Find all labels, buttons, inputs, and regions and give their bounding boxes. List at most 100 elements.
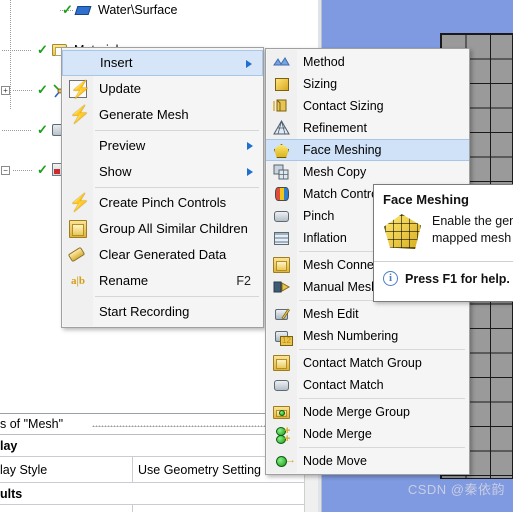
menu-item-generate-mesh[interactable]: ⚡ Generate Mesh xyxy=(62,102,263,128)
details-row-value[interactable]: CFD xyxy=(133,505,304,512)
mesh-copy-icon xyxy=(273,164,290,180)
submenu-item-sizing[interactable]: Sizing xyxy=(266,73,469,95)
suppress-check-icon: ✓ xyxy=(37,42,48,57)
details-row-key: ics Preference xyxy=(0,505,133,512)
submenu-item-mesh-edit[interactable]: Mesh Edit xyxy=(266,303,469,325)
pencil-glyph xyxy=(281,308,290,320)
submenu-item-node-merge[interactable]: + + Node Merge xyxy=(266,423,469,445)
tree-item-water-surface[interactable]: ✓ Water\Surface xyxy=(0,0,318,20)
face-meshing-preview-shape xyxy=(384,214,421,249)
manual-mesh-connection-glyph xyxy=(273,281,291,293)
menu-item-insert[interactable]: Insert xyxy=(62,50,263,76)
details-panel-header[interactable]: s of "Mesh" xyxy=(0,414,304,435)
update-icon: ⚡ xyxy=(69,80,92,99)
menu-item-preview[interactable]: Preview xyxy=(62,133,263,159)
chevron-right-icon xyxy=(246,60,252,68)
rename-icon: a|b xyxy=(70,275,86,287)
submenu-separator xyxy=(299,398,465,399)
suppress-check-icon: ✓ xyxy=(37,82,48,97)
submenu-item-label: Sizing xyxy=(303,77,338,91)
details-section-defaults: ults xyxy=(0,483,304,505)
submenu-item-contact-sizing[interactable]: Contact Sizing xyxy=(266,95,469,117)
menu-item-label: Insert xyxy=(100,55,133,70)
menu-item-start-recording[interactable]: Start Recording xyxy=(62,299,263,325)
tree-item-label: Water\Surface xyxy=(98,3,178,17)
menu-item-update[interactable]: ⚡ Update xyxy=(62,76,263,102)
method-glyph xyxy=(273,57,290,66)
face-meshing-preview-icon xyxy=(383,213,423,251)
mesh-context-menu[interactable]: Insert ⚡ Update ⚡ Generate Mesh Preview … xyxy=(61,47,264,328)
tooltip-title: Face Meshing xyxy=(383,192,469,207)
submenu-item-label: Refinement xyxy=(303,121,367,135)
submenu-item-label: Node Merge xyxy=(303,427,372,441)
submenu-item-label: Mesh Edit xyxy=(303,307,359,321)
submenu-item-label: Node Merge Group xyxy=(303,405,411,419)
menu-item-clear-generated-data[interactable]: Clear Generated Data xyxy=(62,242,263,268)
submenu-separator xyxy=(299,447,465,448)
tree-connector xyxy=(13,90,33,91)
contact-sizing-icon xyxy=(273,98,290,114)
menu-item-label: Group All Similar Children xyxy=(99,221,248,236)
submenu-item-contact-match[interactable]: Contact Match xyxy=(266,374,469,396)
details-row-key: lay Style xyxy=(0,457,133,482)
menu-item-create-pinch-controls[interactable]: ⚡ Create Pinch Controls xyxy=(62,190,263,216)
submenu-item-refinement[interactable]: Refinement xyxy=(266,117,469,139)
contact-sizing-glyph xyxy=(273,99,287,112)
app-window: { "tree": { "items": [ { "label": "Water… xyxy=(0,0,513,512)
details-row-display-style[interactable]: lay Style Use Geometry Setting xyxy=(0,457,304,483)
chevron-right-icon xyxy=(247,142,253,150)
menu-item-rename[interactable]: a|b Rename F2 xyxy=(62,268,263,294)
submenu-item-contact-match-group[interactable]: Contact Match Group xyxy=(266,352,469,374)
submenu-item-label: Contact Sizing xyxy=(303,99,384,113)
details-row-physics-preference[interactable]: ics Preference CFD xyxy=(0,505,304,512)
menu-item-label: Rename xyxy=(99,273,149,288)
node-merge-group-icon xyxy=(273,404,290,420)
method-icon xyxy=(273,54,290,70)
match-control-icon xyxy=(273,186,290,202)
submenu-item-label: Face Meshing xyxy=(303,143,382,157)
submenu-item-label: Method xyxy=(303,55,345,69)
generate-mesh-icon: ⚡ xyxy=(69,105,91,124)
expander-toggle[interactable]: − xyxy=(1,166,10,175)
menu-item-label: Preview xyxy=(99,138,146,153)
suppress-check-icon: ✓ xyxy=(62,2,73,17)
node-move-icon: → xyxy=(273,453,296,469)
submenu-item-label: Match Control xyxy=(303,187,381,201)
submenu-item-face-meshing[interactable]: Face Meshing xyxy=(266,139,469,161)
submenu-item-node-merge-group[interactable]: Node Merge Group xyxy=(266,401,469,423)
menu-separator xyxy=(95,296,259,297)
menu-separator xyxy=(95,130,259,131)
eraser-icon xyxy=(67,246,87,264)
tooltip-footer: i Press F1 for help. xyxy=(383,262,513,286)
menu-item-group-all-similar-children[interactable]: Group All Similar Children xyxy=(62,216,263,242)
expander-toggle[interactable]: + xyxy=(1,86,10,95)
submenu-item-node-move[interactable]: → Node Move xyxy=(266,450,469,472)
tooltip-body: Enable the gen mapped mesh xyxy=(383,213,513,251)
refinement-icon xyxy=(273,119,290,136)
submenu-item-mesh-copy[interactable]: Mesh Copy xyxy=(266,161,469,183)
submenu-item-method[interactable]: Method xyxy=(266,51,469,73)
face-meshing-tooltip: Face Meshing Enable the gen mapped mesh … xyxy=(373,184,513,302)
details-panel[interactable]: s of "Mesh" lay lay Style Use Geometry S… xyxy=(0,413,304,512)
submenu-item-label: Contact Match xyxy=(303,378,384,392)
menu-item-accelerator: F2 xyxy=(236,274,251,288)
suppress-check-icon: ✓ xyxy=(37,122,48,137)
details-section-display: lay xyxy=(0,435,304,457)
mesh-numbering-icon: 12 xyxy=(273,328,293,346)
node-merge-icon: + + xyxy=(273,426,290,445)
menu-item-label: Generate Mesh xyxy=(99,107,189,122)
menu-item-show[interactable]: Show xyxy=(62,159,263,185)
menu-item-label: Start Recording xyxy=(99,304,190,319)
info-icon: i xyxy=(383,271,398,286)
mesh-copy-glyph xyxy=(273,164,289,180)
sizing-icon xyxy=(273,76,290,92)
submenu-item-label: Pinch xyxy=(303,209,335,223)
submenu-item-label: Mesh Numbering xyxy=(303,329,399,343)
submenu-item-mesh-numbering[interactable]: 12 Mesh Numbering xyxy=(266,325,469,347)
tree-connector xyxy=(2,130,32,131)
suppress-check-icon: ✓ xyxy=(37,162,48,177)
group-folder-icon xyxy=(69,220,87,238)
tooltip-description: Enable the gen mapped mesh xyxy=(432,214,513,245)
menu-separator xyxy=(95,187,259,188)
menu-item-label: Update xyxy=(99,81,141,96)
